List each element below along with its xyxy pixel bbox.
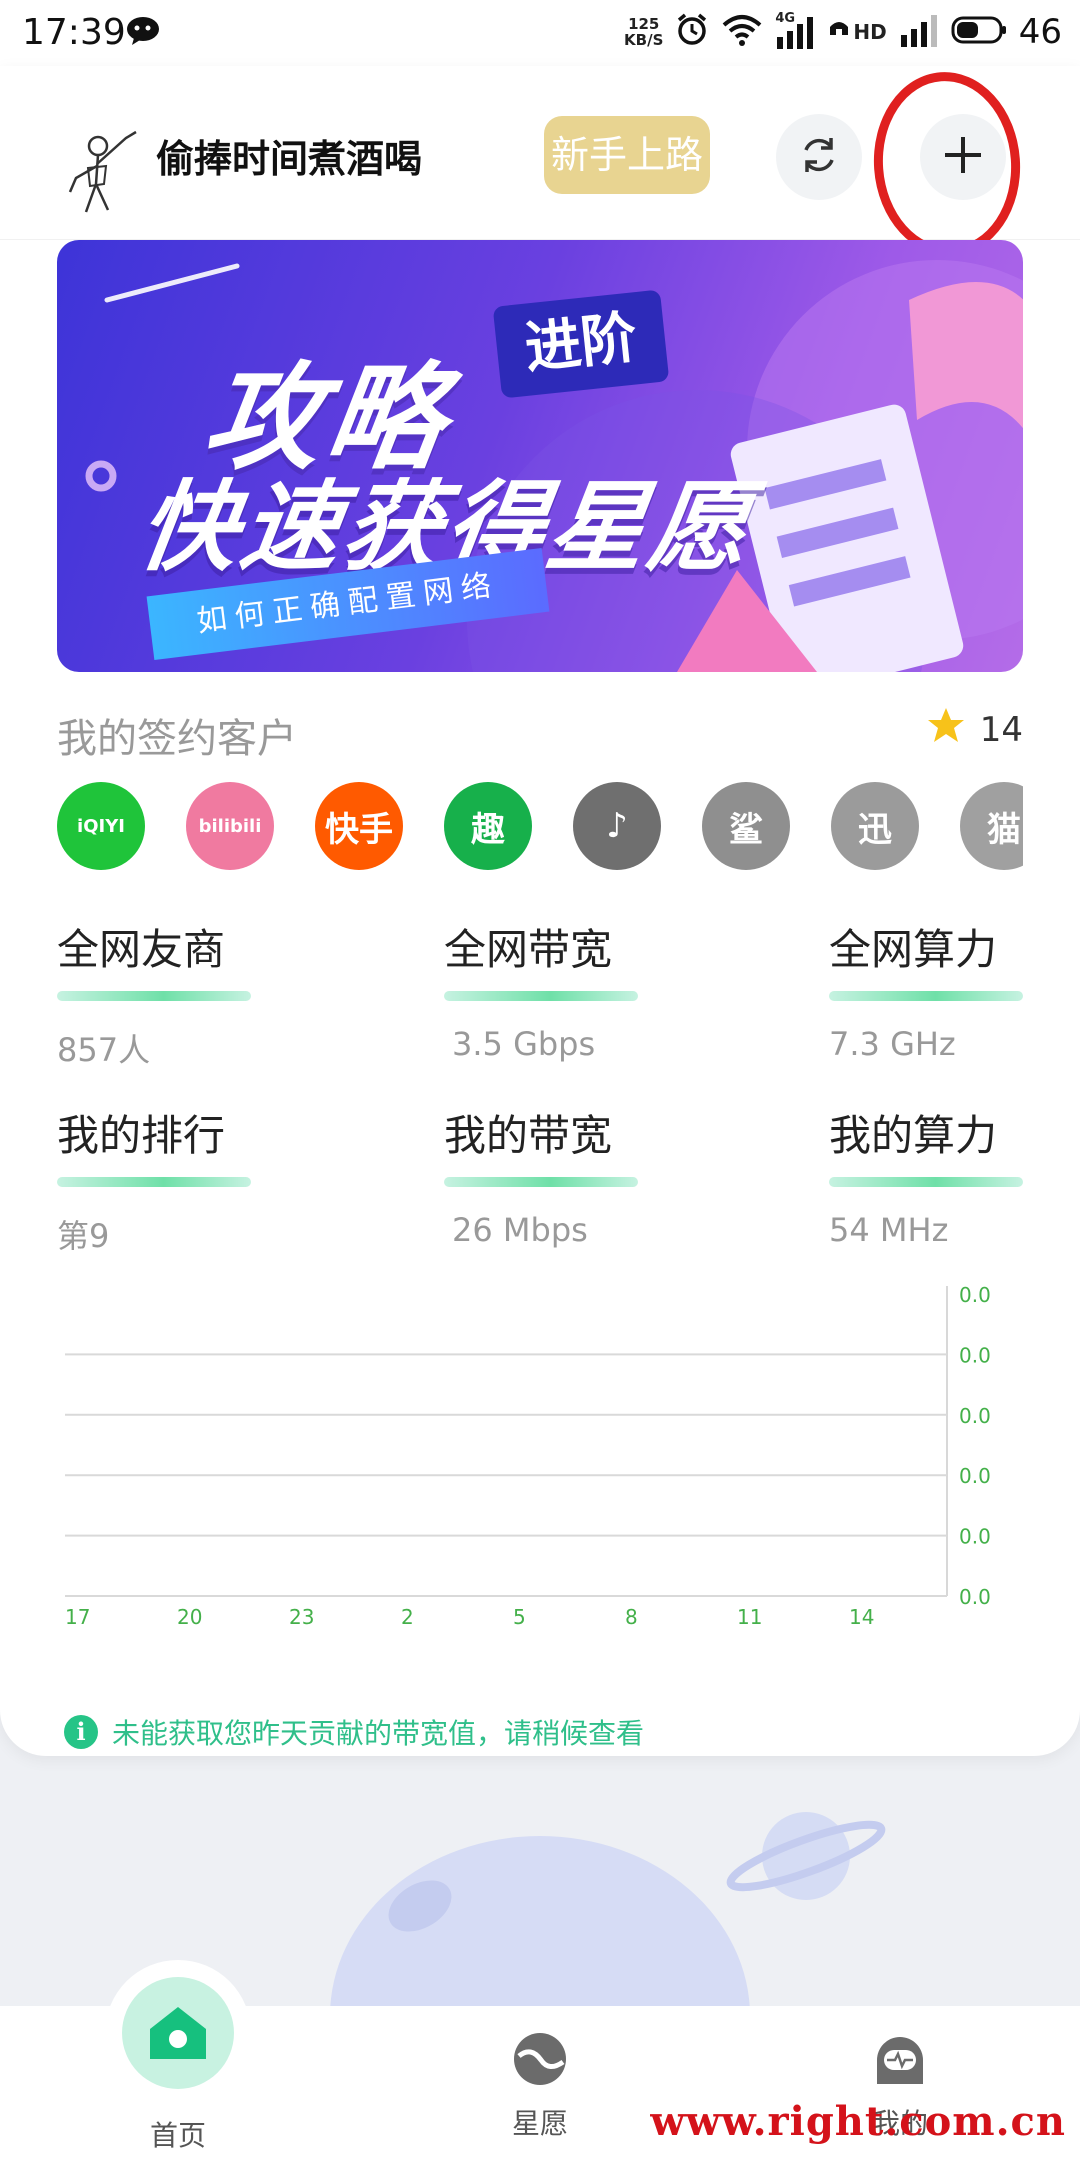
refresh-button[interactable] <box>776 114 862 200</box>
network-speed: 125 KB/S <box>624 16 663 48</box>
x-tick-label: 17 <box>65 1605 90 1629</box>
stat-card[interactable]: 我的带宽 26 Mbps <box>444 1102 638 1249</box>
stat-card[interactable]: 全网带宽 3.5 Gbps <box>444 916 638 1063</box>
wechat-notification-icon <box>126 16 160 50</box>
client-logo-bilibili[interactable]: bilibili <box>186 782 274 870</box>
status-icons: 125 KB/S 4G HD 46 <box>624 11 1062 52</box>
annotation-circle <box>867 67 1027 261</box>
x-tick-label: 14 <box>849 1605 874 1629</box>
client-logo-cat[interactable]: 猫 <box>960 782 1023 870</box>
star-icon <box>926 706 966 753</box>
x-tick-label: 20 <box>177 1605 202 1629</box>
stat-title: 全网带宽 <box>444 925 613 974</box>
chart-note: i 未能获取您昨天贡献的带宽值，请稍候查看 <box>64 1712 644 1752</box>
stat-title: 我的算力 <box>829 1111 998 1160</box>
avatar[interactable] <box>66 128 142 218</box>
y-tick-label: 0.0 <box>959 1343 991 1367</box>
signal-icon <box>899 13 939 51</box>
stat-value: 3.5 Gbps <box>452 1025 596 1063</box>
astronaut-icon <box>871 2030 929 2092</box>
info-icon: i <box>64 1715 98 1749</box>
client-logo-xunlei[interactable]: 迅 <box>831 782 919 870</box>
nav-home-icon-wrap <box>105 1960 251 2106</box>
clients-title: 我的签约客户 <box>57 716 297 762</box>
y-tick-label: 0.0 <box>959 1464 991 1488</box>
battery-icon <box>951 15 1007 49</box>
signal-4g-icon: 4G <box>775 11 815 49</box>
y-tick-label: 0.0 <box>959 1525 991 1549</box>
stat-title: 我的排行 <box>57 1111 226 1160</box>
nav-wish-label: 星愿 <box>511 2107 568 2140</box>
banner-tag: 进阶 <box>492 289 670 399</box>
bandwidth-chart: 0.0 0.0 0.0 0.0 0.0 0.0 17 20 23 2 5 8 11 14 <box>65 1283 991 1629</box>
stat-title: 我的带宽 <box>444 1111 613 1160</box>
network-speed-unit: KB/S <box>624 31 664 49</box>
hd-call-icon: HD <box>827 17 887 47</box>
x-tick-label: 2 <box>401 1605 414 1629</box>
hd-label: HD <box>853 20 887 44</box>
stat-title: 全网友商 <box>57 925 226 974</box>
chart-note-text: 未能获取您昨天贡献的带宽值，请稍候查看 <box>112 1717 645 1750</box>
stat-card[interactable]: 我的算力 54 MHz <box>829 1102 1023 1249</box>
banner[interactable]: 攻略 进阶 快速获得星愿 如何正确配置网络 <box>57 240 1023 672</box>
stat-card[interactable]: 我的排行第9 <box>57 1102 251 1257</box>
stat-value: 第9 <box>57 1217 110 1255</box>
client-logo-kuaishou[interactable]: 快手 <box>315 782 403 870</box>
nav-home-label: 首页 <box>149 2119 206 2152</box>
stat-title: 全网算力 <box>829 925 998 974</box>
stat-underline <box>57 991 251 1001</box>
status-time: 17:39 <box>22 12 126 53</box>
stat-underline <box>444 991 638 1001</box>
y-tick-label: 0.0 <box>959 1404 991 1428</box>
client-logo-douyin[interactable]: ♪ <box>573 782 661 870</box>
header: 偷捧时间煮酒喝 新手上路 <box>0 66 1080 261</box>
y-tick-label: 0.0 <box>959 1585 991 1609</box>
nav-home[interactable]: 首页 <box>78 1960 278 2160</box>
stat-underline <box>829 991 1023 1001</box>
stat-card[interactable]: 全网算力 7.3 GHz <box>829 916 1023 1063</box>
x-tick-label: 8 <box>625 1605 638 1629</box>
client-logo-row[interactable]: iQIYI bilibili 快手趣 ♪ 鲨迅猫 <box>57 782 1023 878</box>
client-logo-iqiyi[interactable]: iQIYI <box>57 782 145 870</box>
nav-wish[interactable]: 星愿 <box>440 2006 640 2160</box>
x-tick-label: 5 <box>513 1605 526 1629</box>
home-icon <box>122 1977 234 2089</box>
status-bar: 17:39 125 KB/S 4G HD 46 <box>0 0 1080 66</box>
watermark: www.right.com.cn <box>650 2098 1066 2145</box>
battery-level: 46 <box>1018 12 1062 52</box>
stat-value: 857人 <box>57 1031 151 1069</box>
network-speed-value: 125 <box>628 15 660 33</box>
stat-underline <box>829 1177 1023 1187</box>
newbie-guide-button[interactable]: 新手上路 <box>544 116 710 194</box>
network-type: 4G <box>775 11 796 26</box>
refresh-icon <box>797 133 841 181</box>
stat-value: 7.3 GHz <box>829 1025 956 1063</box>
client-logo-shark[interactable]: 鲨 <box>702 782 790 870</box>
stat-card[interactable]: 全网友商 857人 <box>57 916 251 1071</box>
username: 偷捧时间煮酒喝 <box>156 137 423 181</box>
main-card: 偷捧时间煮酒喝 新手上路 攻略 进阶 快速获得星愿 如何正确配置网络 我的签约客… <box>0 66 1080 1756</box>
clients-count-value: 14 <box>979 709 1023 750</box>
stat-value: 26 Mbps <box>452 1211 588 1249</box>
stat-underline <box>57 1177 251 1187</box>
wifi-icon <box>721 13 763 51</box>
stat-underline <box>444 1177 638 1187</box>
clients-count[interactable]: 14 <box>926 706 1023 753</box>
y-tick-label: 0.0 <box>959 1283 991 1307</box>
client-logo-quhuo[interactable]: 趣 <box>444 782 532 870</box>
planet-icon <box>511 2030 569 2092</box>
alarm-icon <box>675 13 709 51</box>
x-tick-label: 23 <box>289 1605 314 1629</box>
stat-value: 54 MHz <box>829 1211 949 1249</box>
x-tick-label: 11 <box>737 1605 762 1629</box>
